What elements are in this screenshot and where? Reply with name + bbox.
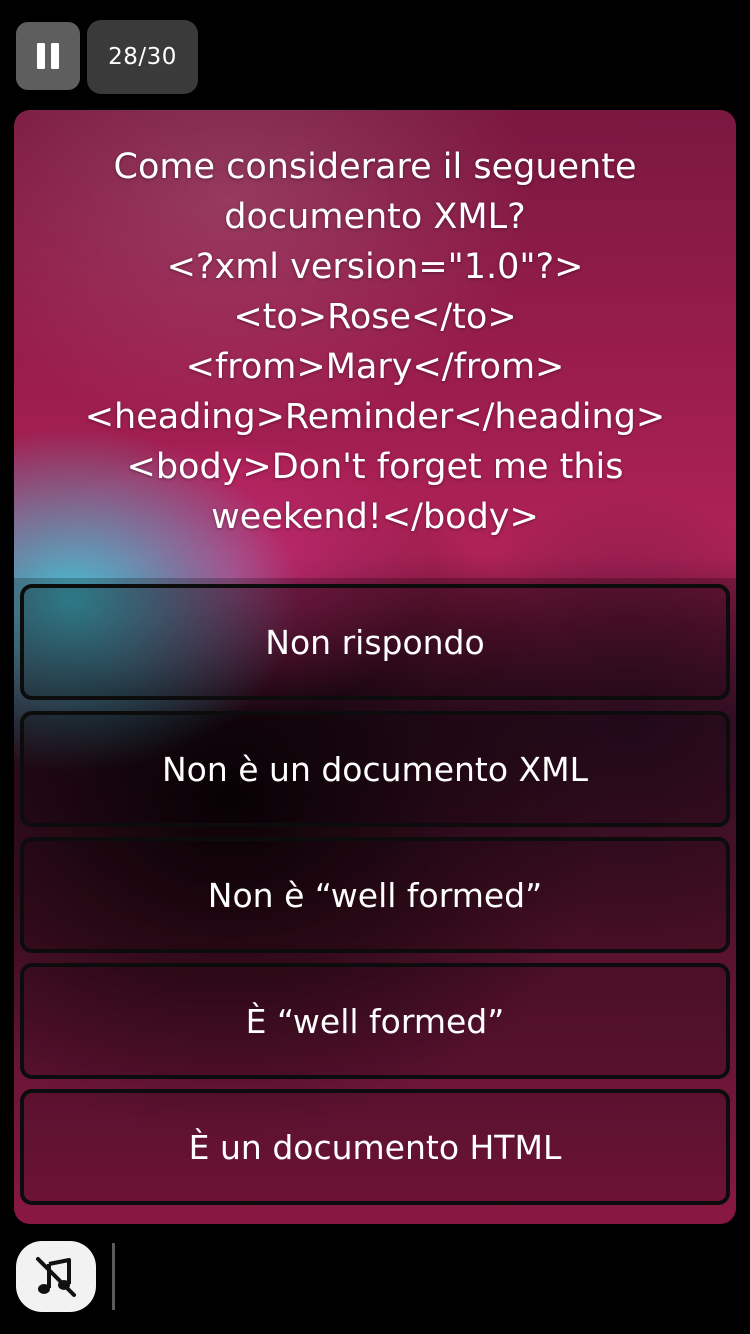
- music-toggle-button[interactable]: [16, 1241, 96, 1312]
- question-text: Come considerare il seguente documento X…: [84, 147, 666, 537]
- pause-button[interactable]: [16, 22, 80, 90]
- pause-icon: [37, 43, 59, 69]
- answers-area: Non rispondo Non è un documento XML Non …: [14, 578, 736, 1224]
- question-counter: 28/30: [87, 20, 198, 94]
- counter-separator: /: [138, 44, 147, 70]
- music-off-icon: [36, 1256, 76, 1297]
- counter-current: 28: [108, 44, 139, 70]
- answer-option[interactable]: È un documento HTML: [20, 1089, 730, 1205]
- answer-option[interactable]: Non è “well formed”: [20, 837, 730, 953]
- quiz-card: Come considerare il seguente documento X…: [14, 110, 736, 1224]
- footer-divider: [112, 1243, 115, 1310]
- question-area: Come considerare il seguente documento X…: [14, 110, 736, 578]
- answer-option[interactable]: Non è un documento XML: [20, 711, 730, 827]
- counter-total: 30: [146, 44, 177, 70]
- answer-option[interactable]: Non rispondo: [20, 584, 730, 700]
- answer-option[interactable]: È “well formed”: [20, 963, 730, 1079]
